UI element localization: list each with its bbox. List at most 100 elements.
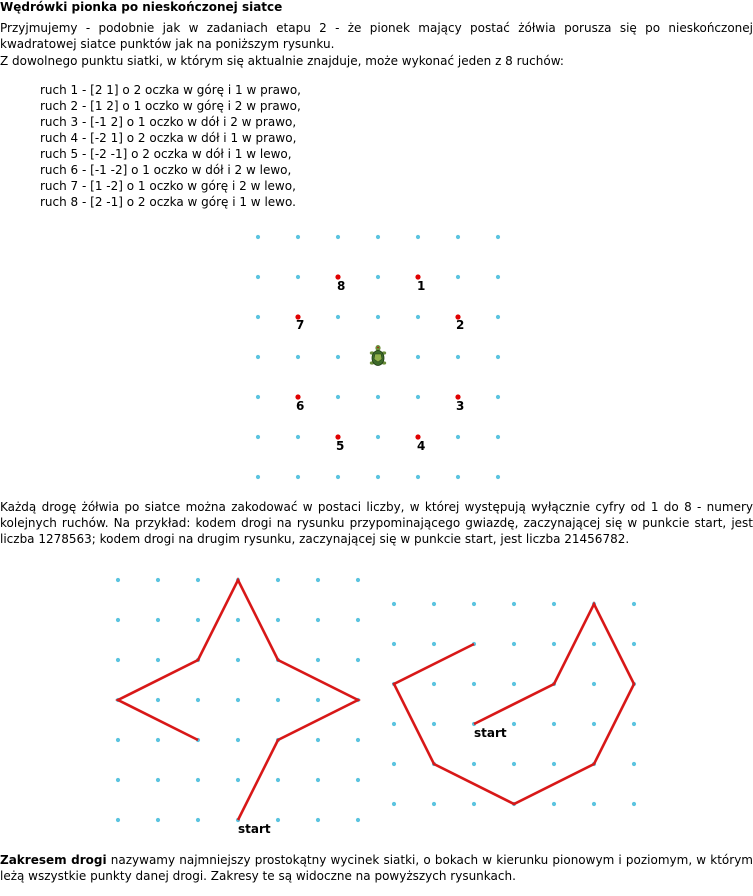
grid-dot: [155, 657, 161, 663]
grid-dot: [551, 601, 557, 607]
grid-dot: [235, 777, 241, 783]
grid-dot: [415, 234, 421, 240]
grid-dot: [591, 641, 597, 647]
grid-dots: [115, 577, 361, 823]
grid-dot: [155, 617, 161, 623]
grid-dot: [355, 737, 361, 743]
grid-dot: [115, 657, 121, 663]
grid-dot: [495, 434, 501, 440]
grid-dot: [495, 474, 501, 480]
grid-dot: [335, 394, 341, 400]
move-label-7: 7: [296, 318, 304, 332]
intro-paragraph: Przyjmujemy - podobnie jak w zadaniach e…: [0, 21, 753, 51]
grid-dot: [631, 721, 637, 727]
grid-dot: [391, 761, 397, 767]
intro-paragraph-2: Z dowolnego punktu siatki, w którym się …: [0, 54, 564, 68]
grid-dot: [115, 737, 121, 743]
grid-dot: [315, 697, 321, 703]
grid-dot: [195, 577, 201, 583]
grid-dot: [455, 474, 461, 480]
grid-dot: [431, 801, 437, 807]
grid-dot: [375, 234, 381, 240]
move-item: ruch 2 - [1 2] o 1 oczko w górę i 2 w pr…: [40, 99, 301, 113]
grid-dot: [495, 234, 501, 240]
grid-dot: [195, 777, 201, 783]
grid-dot: [495, 314, 501, 320]
grid-dot: [455, 434, 461, 440]
grid-dot: [631, 641, 637, 647]
grid-dot: [415, 474, 421, 480]
move-label-4: 4: [417, 439, 425, 453]
moves-list: ruch 1 - [2 1] o 2 oczka w górę i 1 w pr…: [40, 82, 301, 210]
grid-dot: [235, 737, 241, 743]
moves-diagram: 1 2 3 4 5 6 7 8: [255, 234, 501, 480]
grid-dot: [591, 681, 597, 687]
grid-dot: [391, 641, 397, 647]
grid-dot: [235, 657, 241, 663]
encoding-paragraph: Każdą drogę żółwia po siatce można zakod…: [0, 500, 753, 546]
grid-dot: [255, 434, 261, 440]
grid-dot: [415, 394, 421, 400]
grid-dot: [455, 274, 461, 280]
grid-dot: [255, 394, 261, 400]
grid-dot: [295, 354, 301, 360]
grid-dot: [631, 601, 637, 607]
grid-dot: [591, 801, 597, 807]
grid-dot: [155, 697, 161, 703]
move-labels: 1 2 3 4 5 6 7 8: [296, 279, 464, 453]
grid-dot: [455, 354, 461, 360]
grid-dot: [295, 474, 301, 480]
move-item: ruch 5 - [-2 -1] o 2 oczka w dół i 1 w l…: [40, 147, 292, 161]
grid-dot: [495, 274, 501, 280]
grid-dot: [391, 601, 397, 607]
turtle-icon: [369, 345, 387, 366]
grid-dot: [335, 354, 341, 360]
grid-dot: [155, 817, 161, 823]
grid-dot: [235, 617, 241, 623]
grid-dot: [551, 641, 557, 647]
grid-dot: [551, 801, 557, 807]
footer-text: nazywamy najmniejszy prostokątny wycinek…: [0, 853, 753, 883]
grid-dot: [315, 737, 321, 743]
second-path-figure: start: [383, 573, 643, 838]
grid-dot: [495, 394, 501, 400]
move-item: ruch 6 - [-1 -2] o 1 oczko w dół i 2 w l…: [40, 163, 292, 177]
grid-dot: [315, 777, 321, 783]
grid-dot: [431, 721, 437, 727]
start-label-star: start: [238, 822, 271, 836]
grid-dot: [115, 617, 121, 623]
grid-dot: [431, 681, 437, 687]
term-bold: Zakresem drogi: [0, 853, 107, 867]
grid-dot: [155, 577, 161, 583]
move-label-1: 1: [417, 279, 425, 293]
grid-dot: [115, 577, 121, 583]
grid-dot: [375, 314, 381, 320]
grid-dot: [155, 737, 161, 743]
grid-dot: [375, 434, 381, 440]
move-item: ruch 7 - [1 -2] o 1 oczko w górę i 2 w l…: [40, 179, 296, 193]
grid-dot: [335, 474, 341, 480]
grid-dot: [295, 274, 301, 280]
grid-dot: [295, 434, 301, 440]
star-path-figure: start: [115, 577, 361, 836]
grid-dot: [275, 697, 281, 703]
grid-dot: [415, 354, 421, 360]
grid-dot: [391, 721, 397, 727]
grid-dot: [355, 577, 361, 583]
grid-dot: [551, 761, 557, 767]
grid-dot: [391, 801, 397, 807]
move-label-6: 6: [296, 399, 304, 413]
grid-dot: [471, 601, 477, 607]
footer-paragraph: Zakresem drogi nazywamy najmniejszy pros…: [0, 852, 753, 884]
grid-dot: [415, 314, 421, 320]
grid-dot: [315, 817, 321, 823]
grid-dot: [471, 801, 477, 807]
grid-dot: [275, 577, 281, 583]
grid-dot: [355, 817, 361, 823]
grid-dot: [375, 474, 381, 480]
grid-dot: [375, 274, 381, 280]
grid-dot: [275, 777, 281, 783]
grid-dot: [431, 601, 437, 607]
move-label-8: 8: [337, 279, 345, 293]
grid-dot: [115, 817, 121, 823]
